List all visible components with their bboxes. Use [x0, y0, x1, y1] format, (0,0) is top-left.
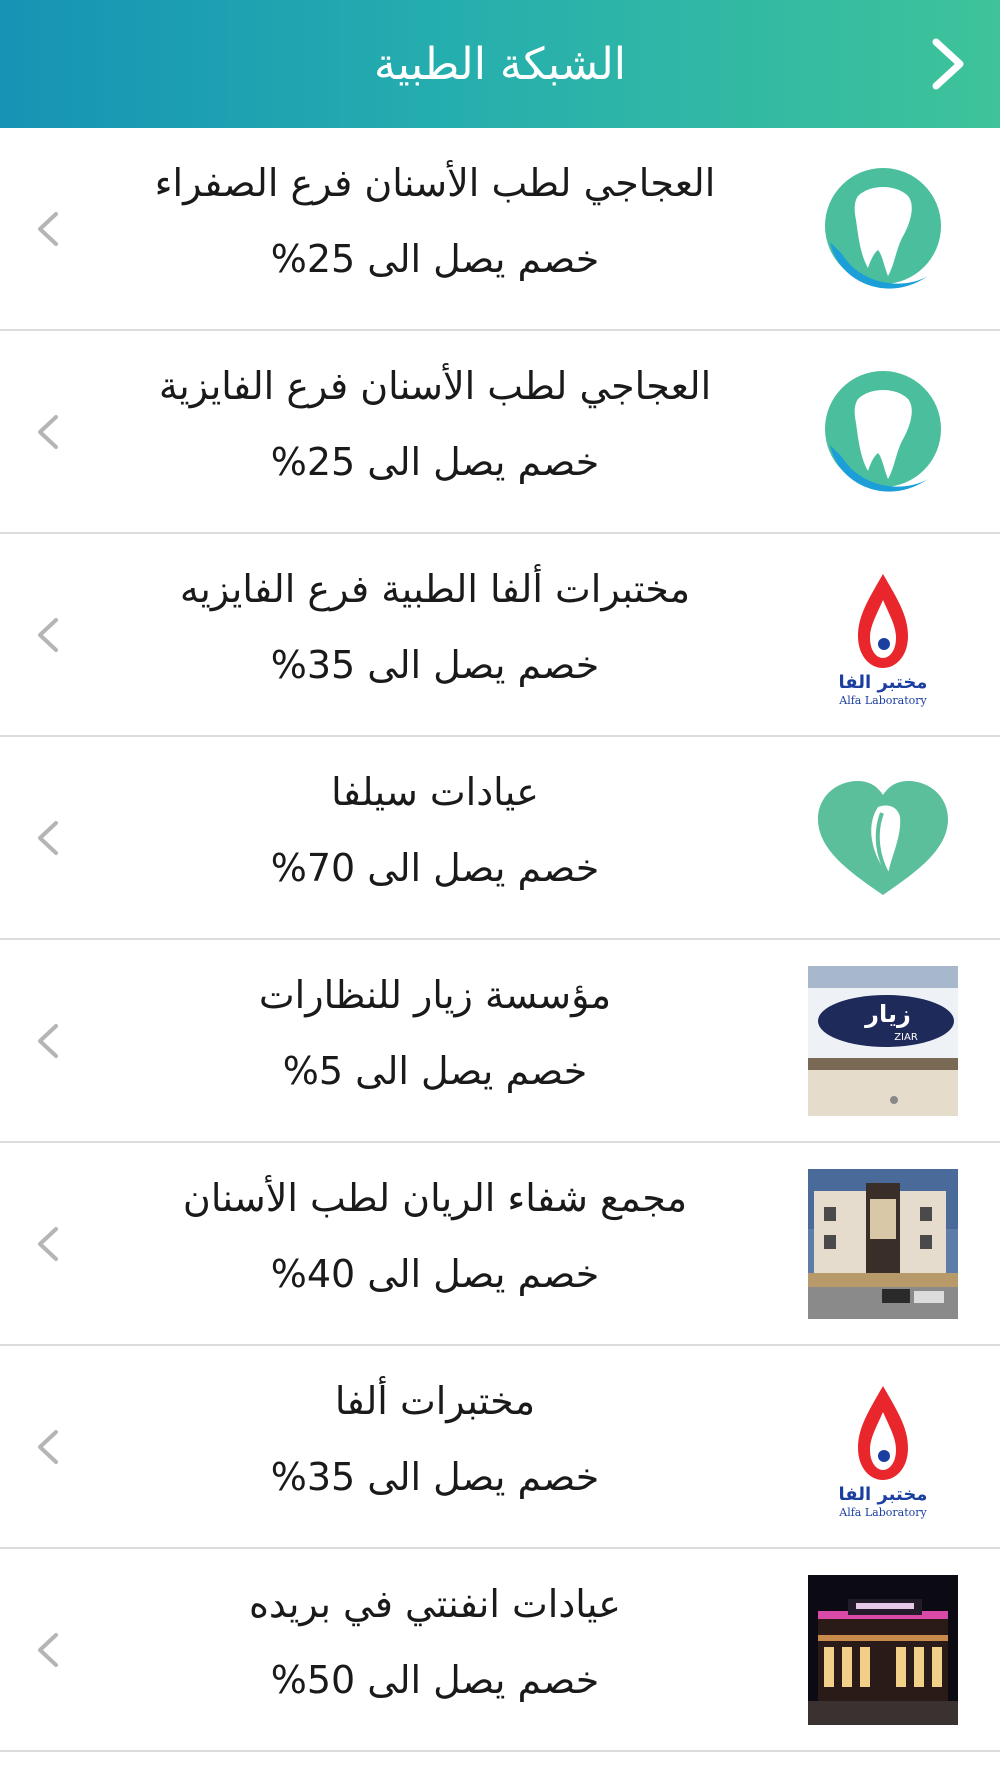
provider-name: مجمع شفاء الريان لطب الأسنان	[182, 1176, 688, 1220]
back-button[interactable]	[918, 34, 978, 94]
logo-text-en: Alfa Laboratory	[838, 1506, 927, 1519]
tooth-logo-icon	[825, 371, 941, 492]
header-bar: الشبكة الطبية	[0, 0, 1000, 128]
alfa-lab-logo-icon: مختبر الفا Alfa Laboratory	[838, 1386, 928, 1519]
list-item[interactable]: العجاجي لطب الأسنان فرع الفايزية خصم يصل…	[0, 331, 1000, 534]
list-item[interactable]: زيار ZIAR مؤسسة زيار للنظارات خصم يصل ال…	[0, 940, 1000, 1143]
provider-logo: مختبر الفا Alfa Laboratory	[808, 1372, 958, 1522]
provider-name: مختبرات ألفا الطبية فرع الفايزيه	[179, 567, 691, 611]
provider-name: مؤسسة زيار للنظارات	[258, 973, 612, 1017]
provider-logo	[808, 763, 958, 913]
provider-discount: خصم يصل الى 25%	[270, 237, 600, 281]
ziar-storefront-photo: زيار ZIAR	[808, 966, 958, 1116]
provider-discount: خصم يصل الى 70%	[270, 846, 600, 890]
night-building-photo	[808, 1575, 958, 1725]
chevron-left-icon	[38, 1430, 58, 1464]
logo-text-ar: مختبر الفا	[839, 1484, 928, 1505]
provider-discount: خصم يصل الى 35%	[270, 1455, 600, 1499]
page-title: الشبكة الطبية	[374, 38, 626, 90]
logo-text-ar: مختبر الفا	[839, 672, 928, 693]
provider-info: مختبرات ألفا خصم يصل الى 35%	[110, 1376, 760, 1502]
provider-photo: زيار ZIAR	[808, 966, 958, 1116]
provider-info: مؤسسة زيار للنظارات خصم يصل الى 5%	[110, 970, 760, 1096]
building-photo	[808, 1169, 958, 1319]
provider-logo: مختبر الفا Alfa Laboratory	[808, 560, 958, 710]
logo-text-ar: زيار	[864, 1000, 911, 1028]
chevron-left-icon	[38, 415, 58, 449]
provider-info: مجمع شفاء الريان لطب الأسنان خصم يصل الى…	[110, 1173, 760, 1299]
provider-info: العجاجي لطب الأسنان فرع الفايزية خصم يصل…	[110, 361, 760, 487]
provider-photo	[808, 1169, 958, 1319]
list-item[interactable]: العجاجي لطب الأسنان فرع الصفراء خصم يصل …	[0, 128, 1000, 331]
chevron-left-icon	[38, 1633, 58, 1667]
alfa-lab-logo-icon: مختبر الفا Alfa Laboratory	[838, 574, 928, 707]
provider-info: مختبرات ألفا الطبية فرع الفايزيه خصم يصل…	[110, 564, 760, 690]
provider-name: عيادات سيلفا	[331, 770, 539, 814]
provider-photo	[808, 1575, 958, 1725]
chevron-left-icon	[38, 1227, 58, 1261]
chevron-left-icon	[38, 1024, 58, 1058]
list-item[interactable]: مختبر الفا Alfa Laboratory مختبرات ألفا …	[0, 534, 1000, 737]
provider-name: العجاجي لطب الأسنان فرع الصفراء	[154, 161, 716, 205]
list-item[interactable]: مختبر الفا Alfa Laboratory مختبرات ألفا …	[0, 1346, 1000, 1549]
provider-name: العجاجي لطب الأسنان فرع الفايزية	[158, 364, 712, 408]
provider-discount: خصم يصل الى 5%	[282, 1049, 588, 1093]
provider-discount: خصم يصل الى 25%	[270, 440, 600, 484]
chevron-left-icon	[38, 212, 58, 246]
chevron-left-icon	[38, 618, 58, 652]
medical-network-list: العجاجي لطب الأسنان فرع الصفراء خصم يصل …	[0, 128, 1000, 1752]
app-screen: الشبكة الطبية العجاجي لطب الأسنان فرع ال…	[0, 0, 1000, 1778]
provider-name: عيادات انفنتي في بريده	[249, 1582, 621, 1626]
provider-logo	[808, 154, 958, 304]
provider-name: مختبرات ألفا	[334, 1379, 536, 1423]
provider-discount: خصم يصل الى 35%	[270, 643, 600, 687]
tooth-logo-icon	[825, 168, 941, 289]
list-item[interactable]: عيادات سيلفا خصم يصل الى 70%	[0, 737, 1000, 940]
provider-info: عيادات انفنتي في بريده خصم يصل الى 50%	[110, 1579, 760, 1705]
list-item[interactable]: عيادات انفنتي في بريده خصم يصل الى 50%	[0, 1549, 1000, 1752]
provider-info: العجاجي لطب الأسنان فرع الصفراء خصم يصل …	[110, 158, 760, 284]
heart-logo-icon	[818, 781, 948, 895]
provider-discount: خصم يصل الى 40%	[270, 1252, 600, 1296]
chevron-left-icon	[38, 821, 58, 855]
logo-text-en: ZIAR	[894, 1032, 918, 1043]
provider-info: عيادات سيلفا خصم يصل الى 70%	[110, 767, 760, 893]
chevron-right-icon	[932, 38, 964, 90]
list-item[interactable]: مجمع شفاء الريان لطب الأسنان خصم يصل الى…	[0, 1143, 1000, 1346]
logo-text-en: Alfa Laboratory	[838, 694, 927, 707]
provider-logo	[808, 357, 958, 507]
provider-discount: خصم يصل الى 50%	[270, 1658, 600, 1702]
